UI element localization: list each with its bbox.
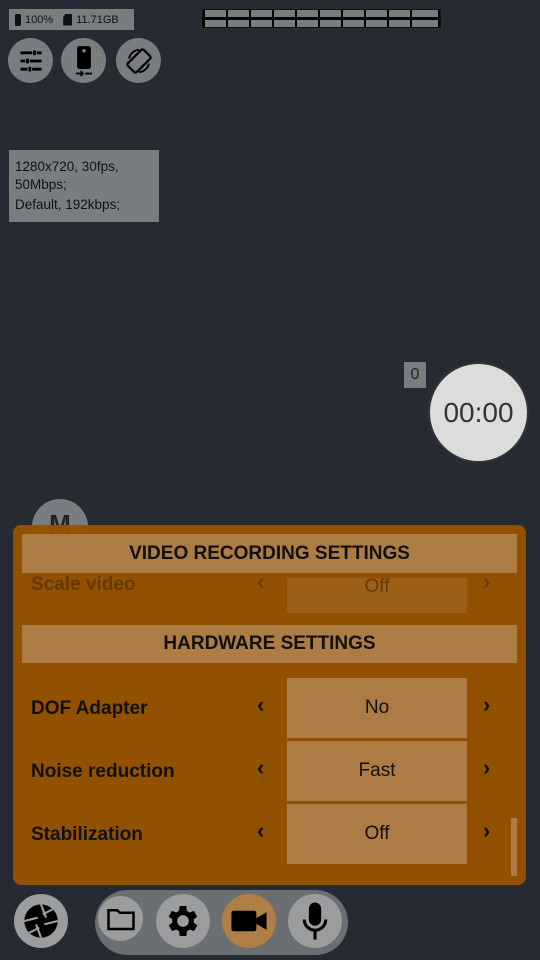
rotation-lock-button[interactable]	[116, 38, 161, 83]
gear-icon	[168, 906, 198, 936]
video-format-text: 1280x720, 30fps, 50Mbps;	[15, 159, 119, 192]
scale-video-prev[interactable]: ‹	[257, 569, 264, 595]
microphone-icon	[302, 902, 328, 940]
video-camera-icon	[231, 910, 267, 932]
storage-free: 11.71GB	[76, 13, 119, 26]
stabilization-prev[interactable]: ‹	[257, 818, 264, 844]
screen-rotation-icon	[125, 47, 152, 74]
video-mode-button[interactable]	[222, 894, 276, 948]
microphone-button[interactable]	[288, 894, 342, 948]
capture-photo-button[interactable]	[14, 894, 68, 948]
hardware-settings-header: HARDWARE SETTINGS	[22, 625, 517, 663]
battery-level: 100%	[25, 13, 54, 26]
timer-text: 00:00	[443, 396, 514, 428]
adjustments-button[interactable]	[8, 38, 53, 83]
dof-adapter-label: DOF Adapter	[31, 698, 148, 719]
scrollbar[interactable]	[511, 818, 517, 876]
noise-reduction-prev[interactable]: ‹	[257, 755, 264, 781]
sd-card-icon	[63, 13, 73, 26]
settings-panel: VIDEO RECORDING SETTINGS Scale video ‹ O…	[13, 525, 526, 885]
audio-level-meter	[202, 9, 441, 28]
noise-reduction-value[interactable]: Fast	[287, 741, 467, 801]
scale-video-label: Scale video	[31, 574, 136, 595]
camera-switch-button[interactable]	[61, 38, 106, 83]
gallery-button[interactable]	[98, 896, 143, 941]
recording-info: 1280x720, 30fps, 50Mbps; Default, 192kbp…	[9, 150, 159, 222]
scale-video-next[interactable]: ›	[483, 569, 490, 595]
audio-format-text: Default, 192kbps;	[15, 197, 121, 212]
status-bar: 100% 11.71GB	[9, 9, 134, 30]
folder-icon	[106, 908, 135, 930]
noise-reduction-label: Noise reduction	[31, 761, 175, 782]
dof-adapter-prev[interactable]: ‹	[257, 692, 264, 718]
stabilization-next[interactable]: ›	[483, 818, 490, 844]
stabilization-value[interactable]: Off	[287, 804, 467, 864]
video-settings-header: VIDEO RECORDING SETTINGS	[22, 534, 517, 573]
noise-reduction-next[interactable]: ›	[483, 755, 490, 781]
dof-adapter-next[interactable]: ›	[483, 692, 490, 718]
shutter-icon	[24, 903, 58, 939]
phone-camera-icon	[75, 45, 92, 77]
record-timer-button[interactable]: 00:00	[428, 362, 529, 463]
scale-video-value-text: Off	[364, 578, 390, 597]
dof-adapter-value[interactable]: No	[287, 678, 467, 738]
scale-video-value[interactable]: Off	[287, 578, 467, 613]
sliders-icon	[20, 50, 41, 71]
battery-icon	[15, 13, 21, 26]
settings-button[interactable]	[156, 894, 210, 948]
stabilization-label: Stabilization	[31, 824, 143, 845]
clip-counter: 0	[404, 362, 426, 388]
